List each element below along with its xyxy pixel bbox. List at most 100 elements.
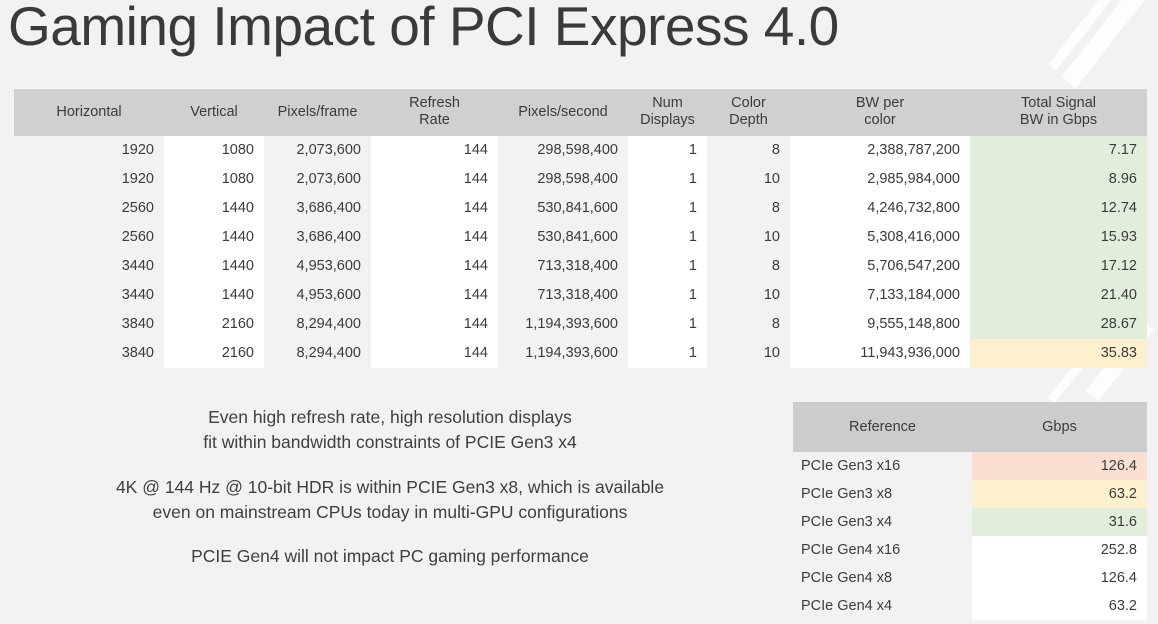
table-cell: 713,318,400 [498,252,628,282]
column-header: Color Depth [707,89,790,137]
table-cell: 144 [371,194,498,224]
reference-column-header: Gbps [972,402,1147,452]
table-cell: 8 [707,194,790,224]
table-cell: 1440 [164,223,264,253]
table-row: 1920 1080 2,073,600 144 298,598,400 1 8 2,388,7… [14,136,1147,166]
table-cell: 10 [707,339,790,369]
table-cell: 2,073,600 [264,165,371,195]
table-cell: 1 [628,165,707,195]
table-cell: 3,686,400 [264,223,371,253]
table-row: 2560 1440 3,686,400 144 530,841,600 1 8 4,246,7… [14,194,1147,224]
reference-label-cell: PCIe Gen3 x8 [793,480,972,508]
table-cell: 2560 [14,223,164,253]
bandwidth-table-body: 1920 1080 2,073,600 144 298,598,400 1 8 2,388,7… [14,136,1147,369]
table-cell: 3840 [14,339,164,369]
reference-value-cell: 126.4 [972,564,1147,592]
reference-value-cell: 63.2 [972,592,1147,620]
table-cell: 8 [707,310,790,340]
table-cell: 144 [371,339,498,369]
reference-value-cell: 63.2 [972,480,1147,508]
table-cell: 144 [371,281,498,311]
table-cell: 11,943,936,000 [790,339,970,369]
table-cell: 3440 [14,281,164,311]
table-cell: 1080 [164,136,264,166]
table-cell: 530,841,600 [498,194,628,224]
total-signal-bw-cell: 28.67 [970,310,1147,340]
column-header: Pixels/second [498,89,628,137]
table-cell: 1,194,393,600 [498,339,628,369]
table-cell: 10 [707,223,790,253]
table-cell: 4,953,600 [264,252,371,282]
reference-table-body: PCIe Gen3 x16 126.4 PCIe Gen3 x8 63.2 PCIe G… [793,452,1147,620]
table-cell: 8,294,400 [264,339,371,369]
table-cell: 10 [707,165,790,195]
table-cell: 2160 [164,310,264,340]
table-cell: 2,388,787,200 [790,136,970,166]
table-cell: 1920 [14,136,164,166]
reference-label-cell: PCIe Gen3 x16 [793,452,972,480]
bandwidth-table: Horizontal Vertical Pixels/frame Refresh Rat… [14,89,1147,369]
reference-value-cell: 252.8 [972,536,1147,564]
table-cell: 2,073,600 [264,136,371,166]
table-cell: 8,294,400 [264,310,371,340]
bandwidth-table-container: Horizontal Vertical Pixels/frame Refresh Rat… [14,89,1147,369]
reference-label-cell: PCIe Gen4 x4 [793,592,972,620]
table-cell: 8 [707,136,790,166]
column-header: Refresh Rate [371,89,498,137]
table-cell: 4,953,600 [264,281,371,311]
table-cell: 1440 [164,281,264,311]
table-cell: 713,318,400 [498,281,628,311]
table-cell: 7,133,184,000 [790,281,970,311]
total-signal-bw-cell: 7.17 [970,136,1147,166]
reference-value-cell: 126.4 [972,452,1147,480]
table-row: 3440 1440 4,953,600 144 713,318,400 1 10 7,133,… [14,281,1147,311]
total-signal-bw-cell: 15.93 [970,223,1147,253]
total-signal-bw-cell: 12.74 [970,194,1147,224]
table-cell: 8 [707,252,790,282]
table-cell: 144 [371,223,498,253]
table-cell: 9,555,148,800 [790,310,970,340]
column-header: Horizontal [14,89,164,137]
reference-table-container: Reference Gbps PCIe Gen3 x16 126.4 PCIe Gen… [793,402,1147,620]
table-cell: 1080 [164,165,264,195]
table-cell: 5,308,416,000 [790,223,970,253]
total-signal-bw-cell: 8.96 [970,165,1147,195]
total-signal-bw-cell: 21.40 [970,281,1147,311]
table-cell: 4,246,732,800 [790,194,970,224]
notes-block: Even high refresh rate, high resolution … [55,405,725,569]
table-cell: 1,194,393,600 [498,310,628,340]
table-cell: 1920 [14,165,164,195]
table-cell: 1 [628,339,707,369]
reference-table: Reference Gbps PCIe Gen3 x16 126.4 PCIe Gen… [793,402,1147,620]
table-row: 3840 2160 8,294,400 144 1,194,393,600 1 8 9,555… [14,310,1147,340]
note-paragraph: 4K @ 144 Hz @ 10-bit HDR is within PCIE … [115,476,665,522]
table-cell: 3840 [14,310,164,340]
table-cell: 1 [628,252,707,282]
reference-column-header: Reference [793,402,972,452]
column-header: Pixels/frame [264,89,371,137]
table-cell: 1 [628,223,707,253]
table-cell: 1 [628,310,707,340]
table-cell: 144 [371,165,498,195]
reference-row: PCIe Gen4 x16 252.8 [793,536,1147,564]
diagonal-decoration-2 [1048,0,1130,71]
table-cell: 298,598,400 [498,136,628,166]
table-cell: 1 [628,194,707,224]
table-cell: 2560 [14,194,164,224]
table-cell: 144 [371,136,498,166]
column-header: BW per color [790,89,970,137]
reference-label-cell: PCIe Gen3 x4 [793,508,972,536]
table-cell: 298,598,400 [498,165,628,195]
page-title: Gaming Impact of PCI Express 4.0 [8,0,839,57]
table-row: 3840 2160 8,294,400 144 1,194,393,600 1 10 11,9… [14,339,1147,369]
table-cell: 1 [628,136,707,166]
table-cell: 10 [707,281,790,311]
table-cell: 1440 [164,252,264,282]
reference-row: PCIe Gen4 x4 63.2 [793,592,1147,620]
table-cell: 1 [628,281,707,311]
reference-label-cell: PCIe Gen4 x16 [793,536,972,564]
column-header: Total Signal BW in Gbps [970,89,1147,137]
total-signal-bw-cell: 35.83 [970,339,1147,369]
table-cell: 2,985,984,000 [790,165,970,195]
table-cell: 3440 [14,252,164,282]
